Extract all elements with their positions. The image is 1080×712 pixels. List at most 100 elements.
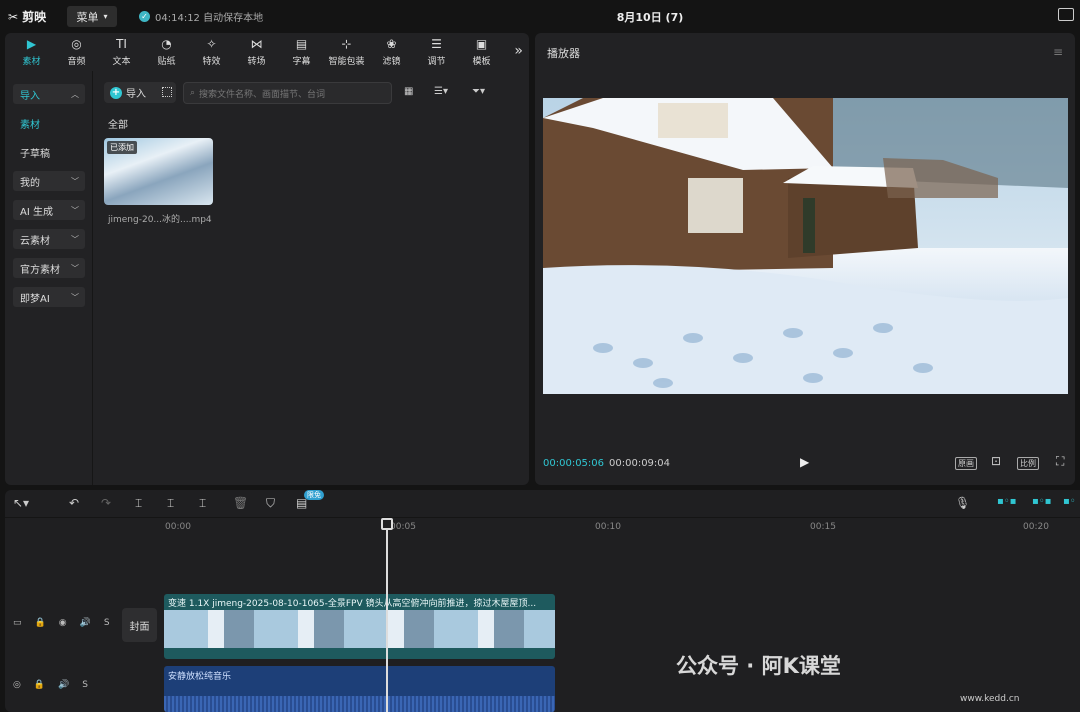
media-tabs: ▶ 素材 ◎ 音频 TI 文本 ◔ 贴纸 ✧ 特效 ⋈ 转场 ▤ 字幕 ⊹ 智能包装 ❀ 滤镜 ☰… <box>5 33 529 71</box>
preview-axis-icon[interactable]: ▪◦ <box>1063 496 1076 507</box>
ruler-tick: 00:15 <box>810 522 836 532</box>
tab-template[interactable]: ▣ 模板 <box>459 33 504 71</box>
timeline-panel: ↖▾ ↶ ↷ ⌶ ⌶ ⌶ 🗑 ⛉ ▤ 限免 🎙 ▪◦▪ ▪◦▪ ▪◦ 00:00… <box>5 490 1080 712</box>
select-cursor-icon[interactable]: ↖▾ <box>13 496 29 510</box>
template-icon: ▣ <box>475 37 488 51</box>
video-clip[interactable]: 变速 1.1X jimeng-2025-08-10-1065-全景FPV 镜头从… <box>164 594 555 659</box>
tab-label: 特效 <box>202 57 221 67</box>
audio-clip[interactable]: 安静放松纯音乐 <box>164 666 555 712</box>
eye-icon[interactable]: ◉ <box>59 618 67 628</box>
sidebar-item-material[interactable]: 素材 <box>13 113 85 133</box>
sidebar-item-jimeng[interactable]: 即梦AI ﹀ <box>13 287 85 307</box>
tab-label: 调节 <box>427 57 446 67</box>
solo-icon[interactable]: S <box>104 618 110 628</box>
player-panel: 播放器 ≡ 00:00:05:06 00:00:09:04 ▶ 原画 ⊡ 比例 … <box>535 33 1075 485</box>
sidebar-item-import[interactable]: 导入 ︿ <box>13 84 85 104</box>
tab-filter[interactable]: ❀ 滤镜 <box>369 33 414 71</box>
tab-audio[interactable]: ◎ 音频 <box>54 33 99 71</box>
current-time: 00:00:05:06 <box>543 458 605 469</box>
chevron-down-icon: ﹀ <box>71 176 79 186</box>
hamburger-menu-icon[interactable]: ≡ <box>1053 45 1063 59</box>
tab-label: 智能包装 <box>328 57 365 67</box>
speaker-icon[interactable]: 🔊 <box>80 618 91 628</box>
tab-sticker[interactable]: ◔ 贴纸 <box>144 33 189 71</box>
search-placeholder: 搜索文件名称、画面描节、台词 <box>199 89 326 100</box>
more-tabs-icon[interactable]: » <box>514 43 523 59</box>
tab-text[interactable]: TI 文本 <box>99 33 144 71</box>
tab-label: 转场 <box>247 57 266 67</box>
grid-view-icon[interactable]: ▦ <box>404 86 413 97</box>
ratio-button[interactable]: 比例 <box>1017 457 1039 470</box>
sidebar-label: 即梦AI <box>20 293 50 305</box>
watermark: 公众号 · 阿K课堂 <box>676 654 841 678</box>
sidebar-item-cloud[interactable]: 云素材 ﹀ <box>13 229 85 249</box>
sidebar-label: 官方素材 <box>20 264 60 276</box>
original-quality-button[interactable]: 原画 <box>955 457 977 470</box>
media-panel: ▶ 素材 ◎ 音频 TI 文本 ◔ 贴纸 ✧ 特效 ⋈ 转场 ▤ 字幕 ⊹ 智能包装 ❀ 滤镜 ☰… <box>5 33 529 485</box>
import-button[interactable]: + 导入 <box>104 82 176 103</box>
sidebar-item-ai-gen[interactable]: AI 生成 ﹀ <box>13 200 85 220</box>
sidebar-item-mine[interactable]: 我的 ﹀ <box>13 171 85 191</box>
speaker-icon[interactable]: 🔊 <box>58 680 69 690</box>
media-item-thumbnail[interactable]: 已添加 <box>104 138 213 205</box>
tab-adjust[interactable]: ☰ 调节 <box>414 33 459 71</box>
sidebar-item-official[interactable]: 官方素材 ﹀ <box>13 258 85 278</box>
added-badge: 已添加 <box>107 141 137 154</box>
audio-track-icon: ◎ <box>13 680 21 690</box>
ruler-tick: 00:05 <box>390 522 416 532</box>
sidebar-item-sub-draft[interactable]: 子草稿 <box>13 142 85 162</box>
video-preview[interactable] <box>543 98 1068 394</box>
tab-transition[interactable]: ⋈ 转场 <box>234 33 279 71</box>
qr-code-icon[interactable] <box>162 87 172 97</box>
filter-funnel-icon[interactable]: ⏷▾ <box>472 86 485 97</box>
redo-icon[interactable]: ↷ <box>101 496 111 510</box>
keyboard-shortcut-icon[interactable] <box>1058 8 1074 21</box>
solo-icon[interactable]: S <box>82 680 88 690</box>
fullscreen-icon[interactable]: ⛶ <box>1054 454 1066 469</box>
video-track-header: ▭ 🔒 ◉ 🔊 S <box>5 618 117 628</box>
total-time: 00:00:09:04 <box>609 458 671 469</box>
ruler-tick: 00:00 <box>165 522 191 532</box>
audio-icon: ◎ <box>71 37 82 51</box>
playhead[interactable] <box>386 518 388 712</box>
delete-icon[interactable]: 🗑 <box>233 496 248 510</box>
section-all-label: 全部 <box>108 120 128 131</box>
audio-track-header: ◎ 🔒 🔊 S <box>5 680 117 690</box>
search-icon: ⌕ <box>190 88 196 98</box>
trim-right-icon[interactable]: ⌶ <box>199 496 206 511</box>
timeline-ruler[interactable]: 00:00 00:05 00:10 00:15 00:20 <box>165 518 1080 538</box>
play-button[interactable]: ▶ <box>800 455 809 469</box>
undo-icon[interactable]: ↶ <box>69 496 79 510</box>
split-icon[interactable]: ⌶ <box>135 496 142 511</box>
sidebar-label: 素材 <box>20 119 40 131</box>
media-sidebar: 导入 ︿ 素材 子草稿 我的 ﹀ AI 生成 ﹀ 云素材 ﹀ 官方素材 ﹀ 即梦AI ﹀ <box>5 71 93 485</box>
tab-label: 素材 <box>22 57 41 67</box>
project-title: 8月10日 (7) <box>616 11 684 24</box>
tab-smart-pack[interactable]: ⊹ 智能包装 <box>324 33 369 71</box>
lock-icon[interactable]: 🔒 <box>34 680 45 690</box>
tab-media[interactable]: ▶ 素材 <box>9 33 54 71</box>
media-item-name: jimeng-20...冰的....mp4 <box>108 215 212 225</box>
cover-button[interactable]: 封面 <box>122 608 157 642</box>
tab-subtitle[interactable]: ▤ 字幕 <box>279 33 324 71</box>
timeline-toolbar: ↖▾ ↶ ↷ ⌶ ⌶ ⌶ 🗑 ⛉ ▤ 限免 🎙 ▪◦▪ ▪◦▪ ▪◦ <box>5 490 1080 518</box>
sidebar-label: 我的 <box>20 177 40 189</box>
snap-icon[interactable]: ▪◦▪ <box>1032 496 1051 507</box>
ruler-tick: 00:10 <box>595 522 621 532</box>
marker-icon[interactable]: ⛉ <box>266 496 275 511</box>
audio-clip-label: 安静放松纯音乐 <box>168 672 232 682</box>
import-label: 导入 <box>126 89 146 100</box>
tab-label: 贴纸 <box>157 57 176 67</box>
track-video-icon: ▭ <box>13 618 22 628</box>
lock-icon[interactable]: 🔒 <box>35 618 46 628</box>
chevron-down-icon: ﹀ <box>71 263 79 273</box>
link-icon[interactable]: ▪◦▪ <box>997 496 1016 507</box>
sidebar-label: 子草稿 <box>20 148 50 160</box>
search-input[interactable]: ⌕ 搜索文件名称、画面描节、台词 <box>183 82 392 104</box>
sort-icon[interactable]: ☰▾ <box>434 86 448 97</box>
playhead-handle[interactable] <box>381 518 393 530</box>
trim-left-icon[interactable]: ⌶ <box>167 496 174 511</box>
microphone-icon[interactable]: 🎙 <box>955 496 970 510</box>
tab-effects[interactable]: ✧ 特效 <box>189 33 234 71</box>
screenshot-icon[interactable]: ⊡ <box>989 454 1003 468</box>
